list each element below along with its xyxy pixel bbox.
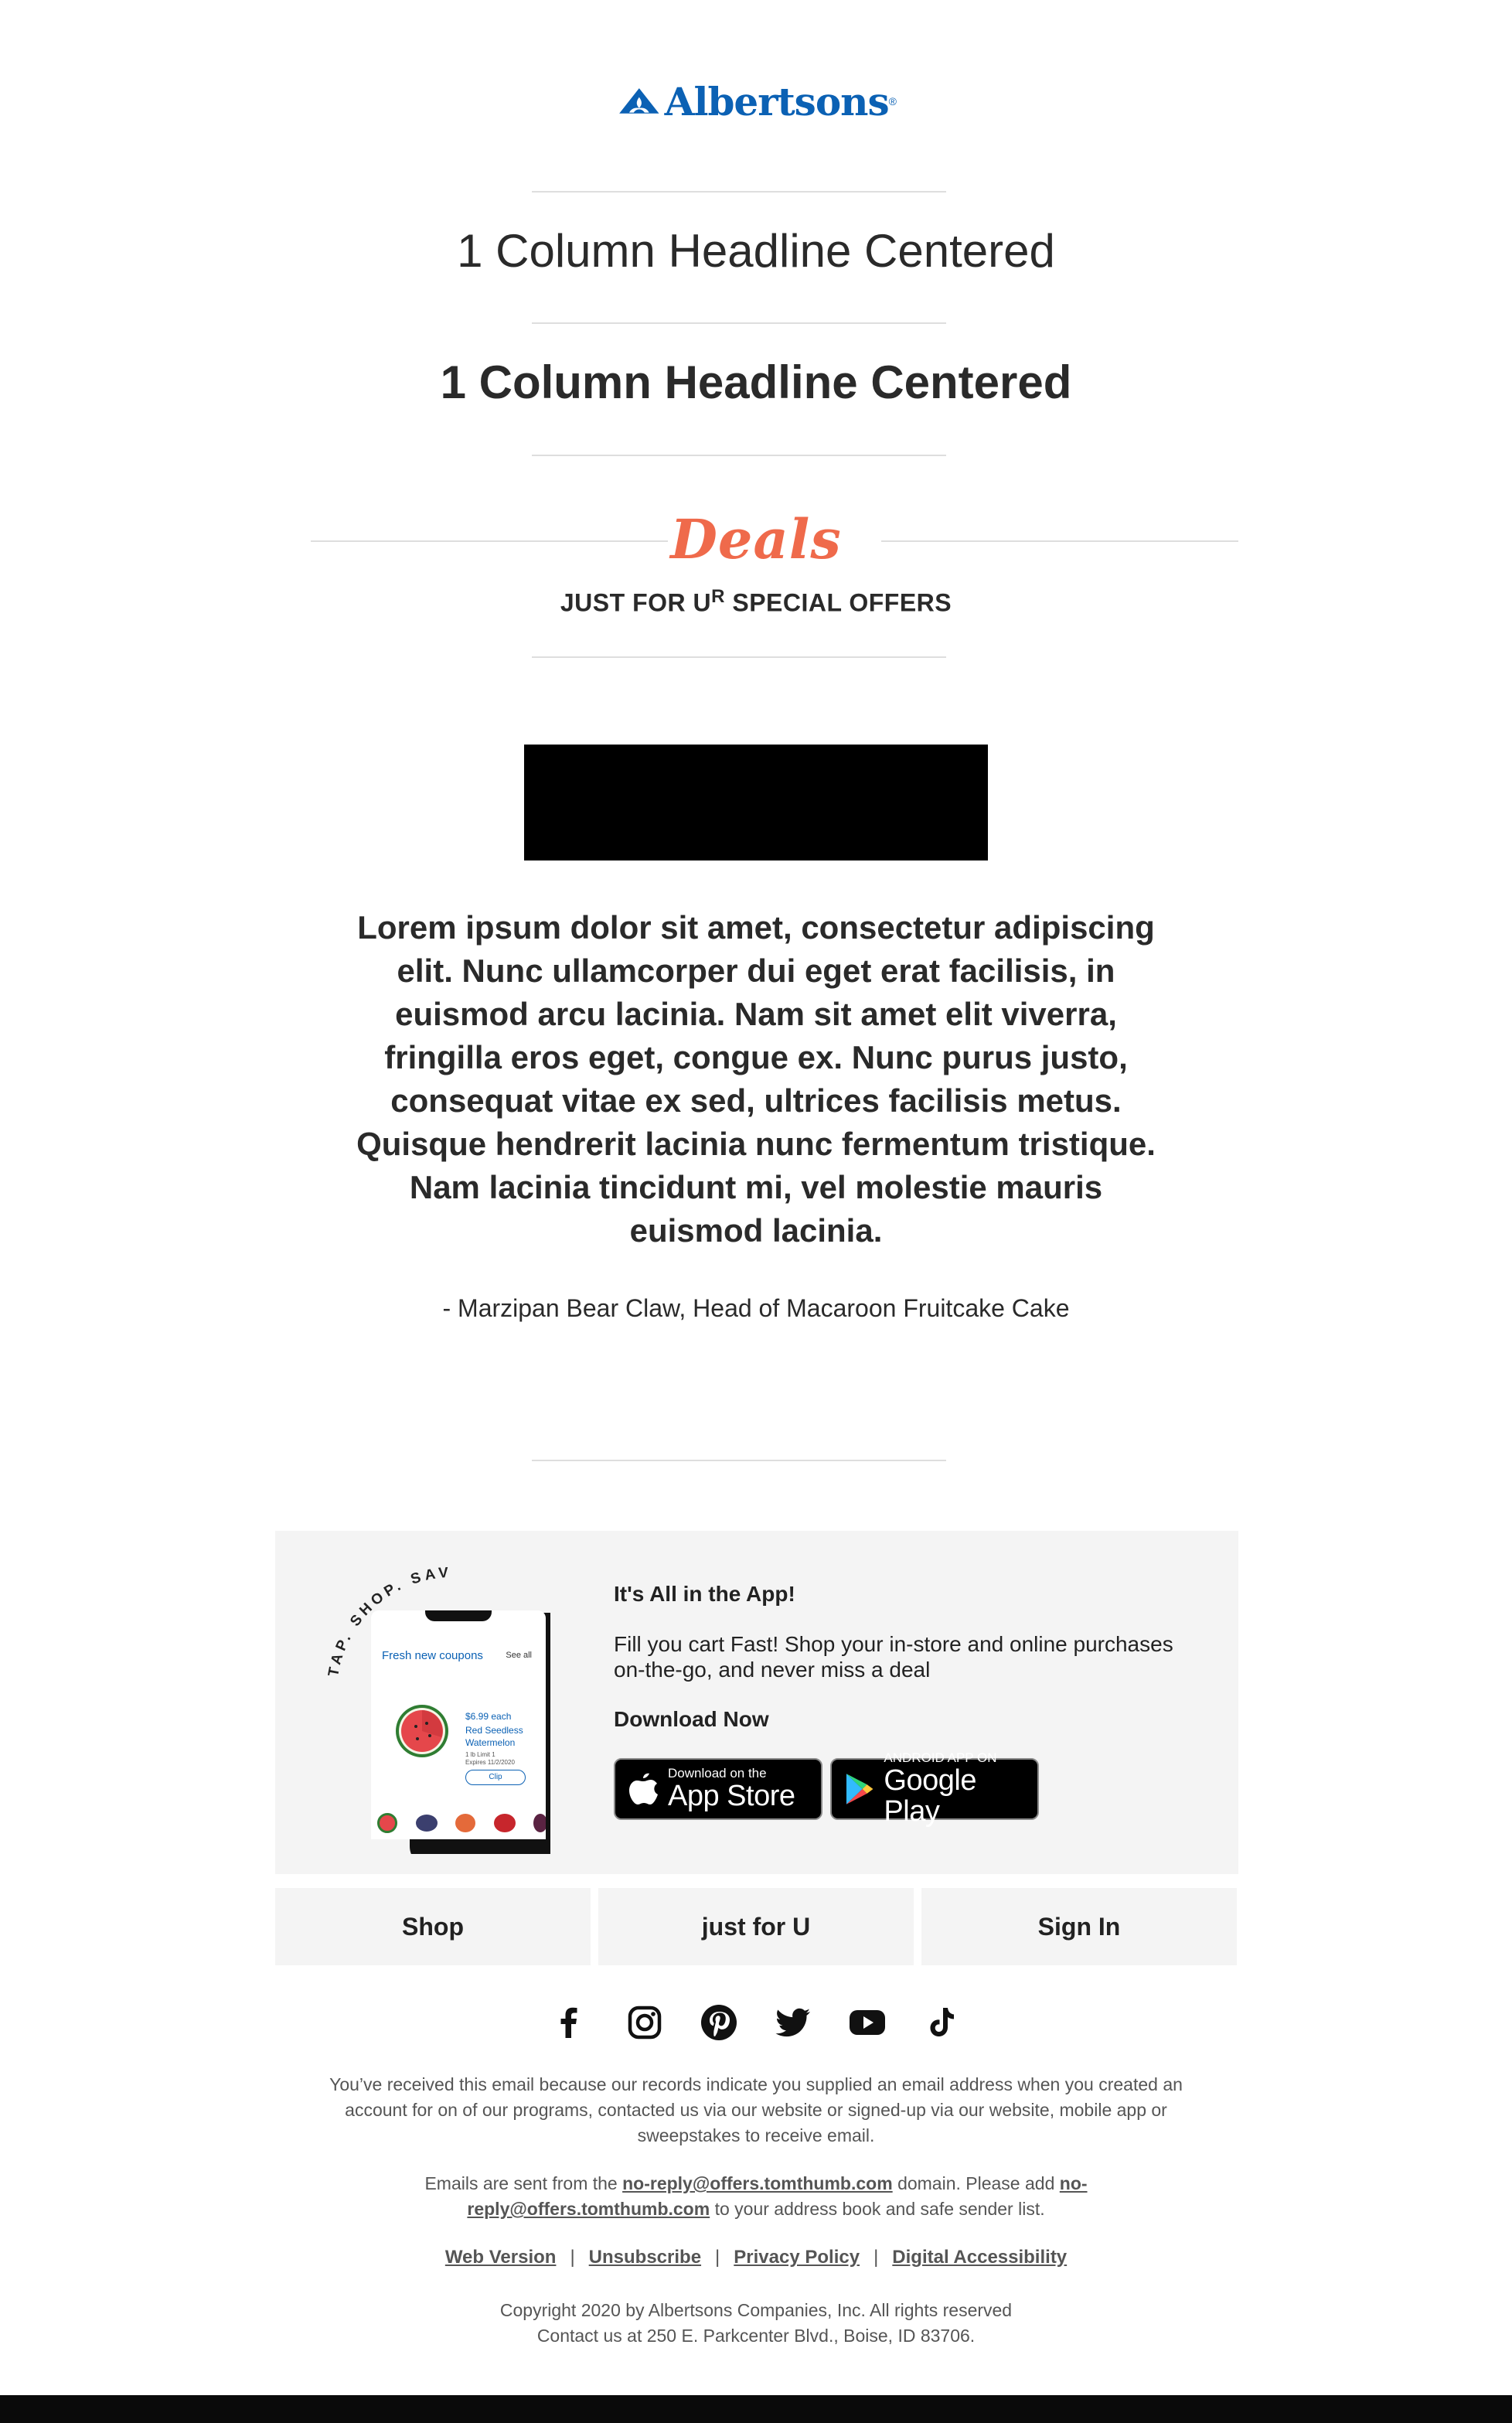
phone-illustration: TAP. SHOP. SAVE. Fresh new coupons See a… xyxy=(312,1540,594,1868)
phone-screen: Fresh new coupons See all $6.99 each Red… xyxy=(371,1610,546,1839)
hero-image-placeholder xyxy=(524,745,988,860)
nav-just-for-u-button[interactable]: just for U xyxy=(598,1888,914,1965)
link-separator: | xyxy=(570,2247,575,2268)
app-store-text: Download on the App Store xyxy=(668,1766,795,1812)
deals-subtitle: JUST FOR UR SPECIAL OFFERS xyxy=(0,586,1512,618)
phone-clip-button: Clip xyxy=(465,1770,526,1785)
youtube-icon[interactable] xyxy=(849,2004,886,2041)
footer-links: Web Version | Unsubscribe | Privacy Policy | D… xyxy=(0,2247,1512,2268)
app-store-button[interactable]: Download on the App Store xyxy=(614,1758,822,1820)
thumb-berries xyxy=(533,1814,546,1832)
google-play-small: ANDROID APP ON xyxy=(884,1750,997,1765)
sender-notice-suffix: to your address book and safe sender lis… xyxy=(714,2199,1045,2219)
phone-product-thumbs xyxy=(377,1810,546,1836)
instagram-icon[interactable] xyxy=(626,2004,663,2041)
bottom-bar xyxy=(0,2395,1512,2423)
registered-mark: ® xyxy=(888,95,897,107)
link-separator: | xyxy=(873,2247,879,2268)
divider xyxy=(532,191,946,193)
nav-shop-button[interactable]: Shop xyxy=(275,1888,591,1965)
thumb-watermelon xyxy=(377,1813,397,1833)
sender-notice: Emails are sent from the no-reply@offers… xyxy=(402,2171,1110,2222)
divider xyxy=(532,455,946,456)
digital-accessibility-link[interactable]: Digital Accessibility xyxy=(892,2247,1067,2268)
albertsons-logo[interactable]: Albertsons ® xyxy=(618,77,897,125)
facebook-icon[interactable] xyxy=(550,2004,587,2041)
quote-attribution: - Marzipan Bear Claw, Head of Macaroon F… xyxy=(442,1294,1070,1322)
sender-notice-mid: domain. Please add xyxy=(897,2173,1060,2193)
nav-sign-in-button[interactable]: Sign In xyxy=(921,1888,1237,1965)
app-store-small: Download on the xyxy=(668,1766,767,1781)
headline-bold: 1 Column Headline Centered xyxy=(440,356,1072,408)
google-play-button[interactable]: ANDROID APP ON Google Play xyxy=(830,1751,1039,1827)
download-now-label: Download Now xyxy=(614,1707,769,1731)
pinterest-icon[interactable] xyxy=(700,2004,737,2041)
twitter-icon[interactable] xyxy=(775,2004,812,2041)
app-promo-title: It's All in the App! xyxy=(614,1582,795,1606)
brand-name: Albertsons xyxy=(664,78,890,124)
divider xyxy=(532,322,946,324)
google-play-icon xyxy=(846,1774,873,1804)
phone-product-line1: Red Seedless xyxy=(465,1725,523,1736)
google-play-text: ANDROID APP ON Google Play xyxy=(884,1750,1037,1828)
privacy-policy-link[interactable]: Privacy Policy xyxy=(734,2247,860,2268)
google-play-big: Google Play xyxy=(884,1764,976,1828)
thumb-blueberries xyxy=(415,1815,438,1832)
phone-price: $6.99 each xyxy=(465,1711,512,1722)
app-store-big: App Store xyxy=(668,1780,795,1812)
phone-product-line2: Watermelon xyxy=(465,1737,516,1748)
contact-address: Contact us at 250 E. Parkcenter Blvd., B… xyxy=(536,2326,976,2346)
email-notice: You’ve received this email because our r… xyxy=(329,2074,1183,2145)
deals-subtitle-prefix: JUST FOR U xyxy=(560,588,712,617)
phone-expires: Expires 11/2/2020 xyxy=(465,1759,515,1766)
copyright-text: Copyright 2020 by Albertsons Companies, … xyxy=(499,2300,1013,2320)
apple-icon xyxy=(629,1773,658,1804)
web-version-link[interactable]: Web Version xyxy=(445,2247,557,2268)
app-promo-body: Fill you cart Fast! Shop your in-store a… xyxy=(614,1632,1173,1682)
tiktok-icon[interactable] xyxy=(923,2004,960,2041)
phone-notch xyxy=(425,1610,492,1621)
link-separator: | xyxy=(715,2247,720,2268)
thumb-peaches xyxy=(455,1814,475,1832)
headline-light: 1 Column Headline Centered xyxy=(457,225,1055,277)
sender-notice-prefix: Emails are sent from the xyxy=(424,2173,623,2193)
deals-script-title: Deals xyxy=(670,507,842,571)
sender-address-link[interactable]: no-reply@offers.tomthumb.com xyxy=(622,2173,893,2193)
unsubscribe-link[interactable]: Unsubscribe xyxy=(589,2247,701,2268)
watermelon-image xyxy=(393,1702,451,1760)
albertsons-logo-icon xyxy=(619,88,659,114)
phone-header: Fresh new coupons xyxy=(382,1649,483,1662)
divider xyxy=(532,656,946,658)
phone-product-meta: 1 lb Limit 1 xyxy=(465,1751,495,1758)
phone-see-all: See all xyxy=(506,1651,532,1660)
deals-subtitle-sup: R xyxy=(711,586,725,607)
divider xyxy=(532,1460,946,1461)
thumb-strawberries xyxy=(493,1814,516,1832)
quote-text: Lorem ipsum dolor sit amet, consectetur … xyxy=(356,909,1156,1249)
deals-subtitle-suffix: SPECIAL OFFERS xyxy=(724,588,952,617)
app-promo-section: TAP. SHOP. SAVE. Fresh new coupons See a… xyxy=(275,1531,1238,1874)
